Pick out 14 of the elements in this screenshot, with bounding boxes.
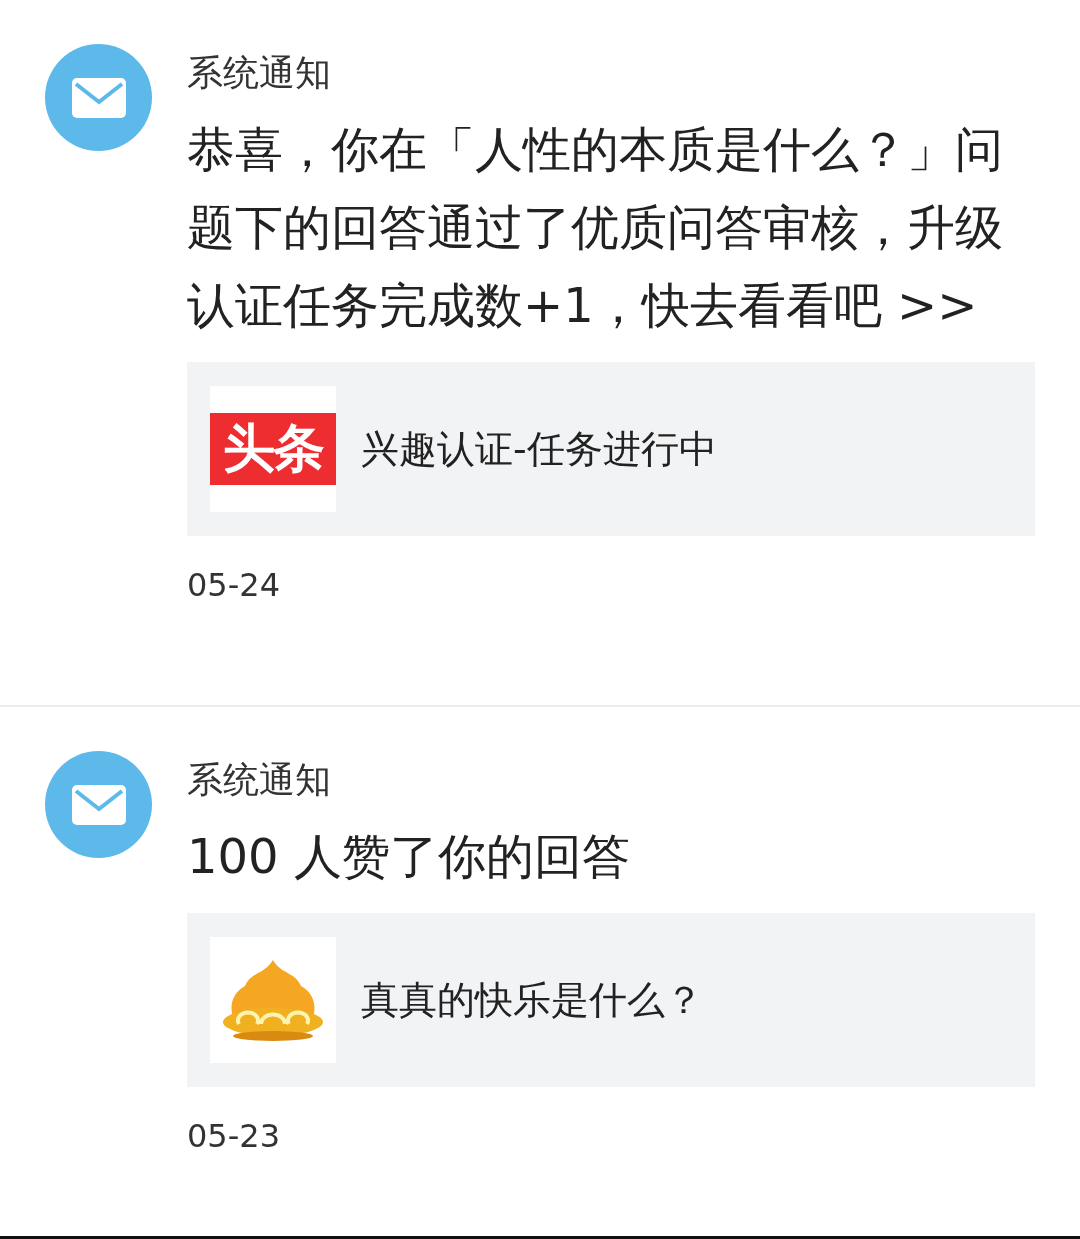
- logo-text: 头条: [210, 413, 336, 485]
- notification-date: 05-24: [187, 566, 280, 604]
- card-title: 兴趣认证-任务进行中: [361, 425, 717, 473]
- notification-title: 系统通知: [187, 51, 331, 95]
- card-title: 真真的快乐是什么？: [361, 976, 703, 1024]
- notification-message: 100 人赞了你的回答: [187, 827, 631, 886]
- linked-card[interactable]: 真真的快乐是什么？: [187, 913, 1035, 1087]
- envelope-icon: [69, 75, 128, 120]
- emblem-icon: [221, 958, 325, 1042]
- envelope-icon: [69, 782, 128, 827]
- notification-message: 恭喜，你在「人性的本质是什么？」问题下的回答通过了优质问答审核，升级认证任务完成数+1，快去看看吧 >>: [187, 120, 1004, 335]
- notification-date: 05-23: [187, 1117, 280, 1155]
- notification-title: 系统通知: [187, 758, 331, 802]
- linked-card[interactable]: 头条 兴趣认证-任务进行中: [187, 362, 1035, 536]
